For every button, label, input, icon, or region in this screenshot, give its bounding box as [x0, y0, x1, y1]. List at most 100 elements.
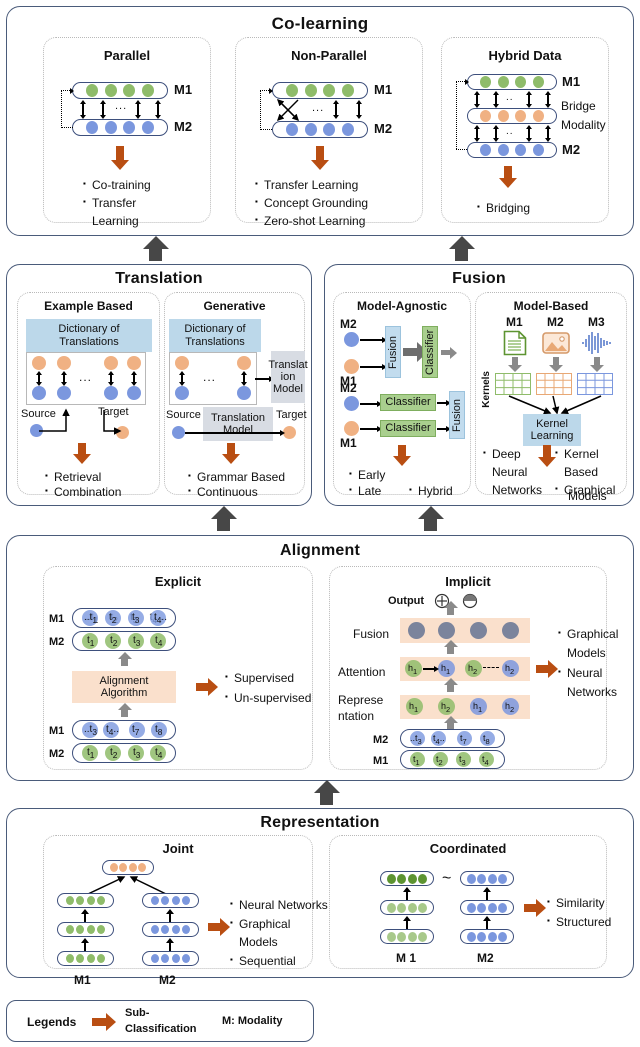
subpanel-implicit: Implicit Output Fusion Attention h1 h1 h…: [329, 566, 618, 770]
subpanel-title-model-based: Model-Based: [513, 299, 589, 313]
bullet-item-cont: Models: [239, 935, 278, 949]
capsule-m1-l3: [380, 871, 434, 886]
translation-model-box: Translat ion Model: [268, 351, 308, 403]
kernel-convergence-arrows: [508, 395, 602, 415]
label-m1: M1: [340, 436, 357, 450]
subpanel-non-parallel: Non-Parallel M1 M2 ... ▪ Transfer Learni…: [235, 37, 423, 228]
section-fusion: Fusion Model-Agnostic M2 M1 Fusion Class…: [324, 264, 634, 506]
classifier-box: Classifier: [380, 420, 436, 437]
subpanel-model-based: Model-Based M1 M2 M3 Kernels Kernel Lear…: [475, 292, 627, 497]
label-m1: M1: [373, 755, 389, 767]
section-title-co-learning: Co-learning: [271, 14, 369, 33]
legend-sub-classification-line2: Classification: [125, 1023, 197, 1035]
sub-classification-arrow: [196, 683, 208, 691]
ellipsis: ...: [115, 100, 128, 112]
label-m2: M2: [340, 317, 357, 331]
label-m1: M1: [374, 82, 393, 97]
audio-waveform-icon: [582, 332, 611, 354]
capsule-joint: [102, 860, 154, 875]
alignment-algorithm-box: Alignment Algorithm: [72, 671, 176, 703]
label-m2: M2: [477, 951, 494, 965]
bullet-item-cont: Neural: [492, 465, 528, 479]
output-symbols-icon: [434, 593, 478, 609]
label-representation-l1: Represe: [338, 693, 384, 707]
label-bridge-modality-line1: Bridge: [561, 99, 596, 113]
label-m2: M2: [562, 142, 581, 157]
arrow-up-to-output: [447, 608, 454, 615]
capsule-m2-l2: [142, 922, 199, 937]
subpanel-title-explicit: Explicit: [154, 574, 202, 589]
arrow-down-to-kernel: [594, 357, 600, 365]
capsule-m2-l2: [460, 900, 514, 915]
bullet-item: Deep: [483, 447, 521, 461]
label-representation-l2: ntation: [338, 709, 375, 723]
flow-arrow-up: [217, 519, 230, 531]
section-translation: Translation Example Based Dictionary of …: [6, 264, 312, 506]
bullet-item-cont: Based: [564, 465, 599, 479]
subpanel-coordinated: Coordinated ~ M 1 M2 ▪ Similarity ▪ Stru…: [329, 835, 611, 969]
label-m2: M2: [159, 973, 176, 987]
subpanel-title-non-parallel: Non-Parallel: [291, 48, 367, 63]
capsule-m1-l1: [380, 929, 434, 944]
sub-classification-arrow: [78, 443, 86, 454]
bullet-item-cont: Models: [568, 489, 607, 503]
kernel-matrix-m3: [577, 373, 613, 395]
section-representation: Representation Joint M1 M2 ▪ Neural Netw…: [6, 808, 634, 987]
bullet-item: Combination: [45, 485, 121, 499]
bullet-item-cont: Networks: [567, 685, 618, 699]
ellipsis: ...: [79, 370, 93, 384]
image-icon: [542, 332, 570, 354]
capsule-m1: [467, 74, 557, 90]
label-m1: M1: [174, 82, 193, 97]
bottom-model-line1: Translation: [210, 411, 265, 424]
algorithm-line2: Algorithm: [100, 687, 148, 699]
label-m3: M3: [588, 315, 605, 329]
kernel-learning-line2: Learning: [530, 430, 574, 442]
kernel-learning-box: Kernel Learning: [523, 414, 581, 446]
bullet-item: Neural: [558, 666, 602, 680]
dictionary-line2: Translations: [185, 335, 245, 348]
capsule-m1-l2: [380, 900, 434, 915]
capsule-m1-l2: [57, 922, 114, 937]
label-m2: M2: [547, 315, 564, 329]
arrow-up-to-attention: [447, 685, 454, 692]
section-title-representation: Representation: [260, 814, 380, 831]
dictionary-line1: Dictionary of: [58, 323, 120, 336]
label-m2: M2: [374, 121, 393, 136]
bullet-item: Transfer: [83, 196, 136, 210]
bullet-item: Late: [349, 484, 382, 498]
capsule-m2-l3: [142, 893, 199, 908]
bullet-item: Neural Networks: [230, 898, 328, 912]
sub-classification-arrow: [398, 445, 406, 456]
sub-classification-arrow: [208, 923, 220, 931]
classifier-box: Classifier: [380, 394, 436, 411]
fusion-box: Fusion: [385, 326, 401, 378]
kernel-matrix-m2: [536, 373, 572, 395]
legend-label: Legends: [27, 1015, 77, 1029]
label-attention: Attention: [338, 665, 386, 679]
capsule-m2-l1: [460, 929, 514, 944]
diagram-root: Co-learning Parallel M1 M2 ... ▪ Co-trai…: [0, 0, 640, 1047]
source-target-path: [39, 408, 122, 435]
similarity-symbol: ~: [442, 870, 452, 887]
legend-sub-classification-line1: Sub-: [125, 1007, 150, 1019]
section-title-fusion: Fusion: [452, 270, 506, 287]
bullet-item: Retrieval: [45, 470, 101, 484]
ellipsis: ...: [203, 370, 217, 384]
bullet-item: Concept Grounding: [255, 196, 368, 210]
label-m1: M 1: [396, 951, 417, 965]
bullet-item: Un-supervised: [225, 691, 311, 705]
translation-model-line2: ion: [280, 370, 296, 383]
capsule-m2: [467, 142, 557, 158]
bullet-item-cont: Models: [567, 646, 606, 660]
dictionary-header: Dictionary of Translations: [26, 319, 152, 352]
bullet-item: Graphical: [230, 917, 290, 931]
flow-arrow-up: [424, 519, 437, 531]
capsule-m2: [72, 119, 168, 136]
legend-bar: Legends Sub- Classification M: Modality: [6, 1000, 314, 1042]
bullet-item: Bridging: [477, 201, 530, 215]
capsule-m2-l1: [142, 951, 199, 966]
bullet-item: Kernel: [555, 447, 599, 461]
legend-modality: M: Modality: [222, 1015, 283, 1027]
subpanel-model-agnostic: Model-Agnostic M2 M1 Fusion Classifier M…: [333, 292, 471, 498]
